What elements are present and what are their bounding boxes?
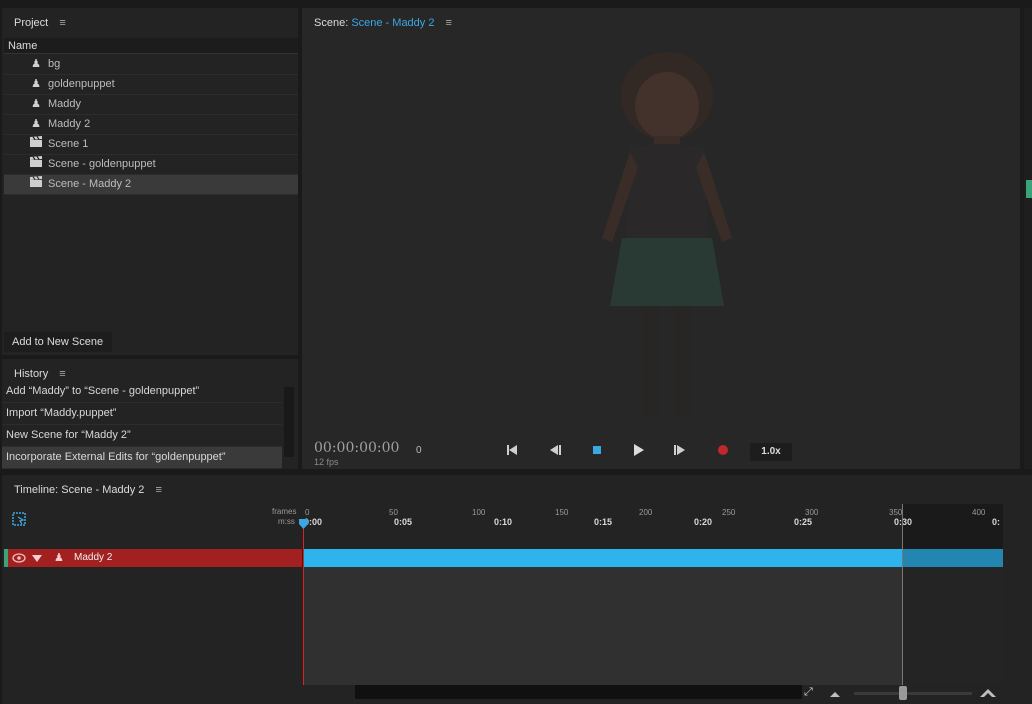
puppet-icon: ♟ — [31, 78, 41, 90]
scene-panel-title: Scene: Scene - Maddy 2 ≡ — [314, 17, 452, 29]
project-item[interactable]: ♟ goldenpuppet — [4, 75, 298, 95]
frame-number[interactable]: 0 — [416, 445, 422, 456]
fps-display: 12 fps — [314, 457, 339, 467]
playback-speed[interactable]: 1.0x — [750, 443, 792, 461]
playhead-handle[interactable] — [299, 519, 308, 532]
project-panel-title: Project ≡ — [14, 17, 66, 29]
playhead-line[interactable] — [303, 519, 304, 685]
zoom-slider-thumb[interactable] — [899, 686, 907, 700]
eye-icon[interactable] — [12, 552, 26, 567]
track-color-tag — [4, 549, 8, 567]
out-of-range-zone-lower — [902, 567, 1003, 685]
project-list: ♟ bg ♟ goldenpuppet ♟ Maddy ♟ Maddy 2 Sc… — [4, 55, 298, 195]
history-item[interactable]: Add “Maddy” to “Scene - goldenpuppet” — [2, 381, 282, 403]
puppet-icon: ♟ — [31, 98, 41, 110]
step-back-button[interactable] — [545, 444, 565, 460]
frame-tick: 100 — [472, 508, 486, 517]
timeline-panel-title: Timeline: Scene - Maddy 2 ≡ — [14, 484, 162, 496]
track-bar-out-zone — [902, 549, 1003, 567]
time-tick: 0:20 — [694, 517, 713, 527]
track-header[interactable]: ♟ Maddy 2 — [4, 549, 302, 567]
stop-icon — [593, 446, 601, 454]
timecode-display: 00:00:00:00 — [314, 440, 400, 456]
frame-tick: 350 — [889, 508, 903, 517]
history-panel: History ≡ Add “Maddy” to “Scene - golden… — [2, 359, 298, 469]
time-tick: 0:15 — [594, 517, 613, 527]
zoom-slider-track[interactable] — [854, 692, 972, 695]
panel-menu-icon[interactable]: ≡ — [59, 368, 65, 380]
time-tick: 0:10 — [494, 517, 513, 527]
frame-tick: 150 — [555, 508, 569, 517]
time-tick: 0:25 — [794, 517, 813, 527]
step-back-icon — [550, 445, 561, 455]
history-panel-title: History ≡ — [14, 368, 66, 380]
frames-label: frames — [272, 507, 297, 516]
scene-end-marker[interactable] — [902, 504, 903, 685]
step-forward-button[interactable] — [670, 444, 690, 460]
project-panel: Project ≡ Name ♟ bg ♟ goldenpuppet ♟ Mad… — [2, 8, 298, 355]
project-item[interactable]: ♟ Maddy 2 — [4, 115, 298, 135]
add-to-new-scene-button[interactable]: Add to New Scene — [4, 332, 112, 352]
project-title-text: Project — [14, 17, 49, 29]
frame-tick: 250 — [722, 508, 736, 517]
timeline-panel: Timeline: Scene - Maddy 2 ≡ frames m:ss … — [2, 475, 1032, 704]
history-item[interactable]: Import “Maddy.puppet” — [2, 403, 282, 425]
expand-triangle-icon[interactable] — [32, 554, 42, 566]
side-indicator — [1026, 180, 1032, 198]
skip-back-icon — [507, 445, 517, 455]
puppet-icon: ♟ — [31, 118, 41, 130]
track-bar[interactable] — [303, 549, 1003, 567]
play-icon — [634, 444, 644, 456]
stop-button[interactable] — [587, 444, 607, 460]
fit-timeline-button[interactable] — [12, 512, 26, 526]
frame-tick: 200 — [639, 508, 653, 517]
fit-selection-icon — [12, 512, 26, 526]
panel-menu-icon[interactable]: ≡ — [59, 17, 65, 29]
track-label: Maddy 2 — [74, 552, 113, 563]
timeline-horizontal-scrollbar[interactable] — [355, 685, 802, 699]
frame-tick: 300 — [805, 508, 819, 517]
frame-tick: 400 — [972, 508, 986, 517]
time-label: m:ss — [278, 517, 295, 526]
scene-icon — [28, 175, 44, 194]
time-tick: 0: — [992, 517, 1001, 527]
project-item[interactable]: Scene - goldenpuppet — [4, 155, 298, 175]
zoom-in-icon[interactable] — [980, 688, 996, 700]
puppet-character-preview[interactable] — [582, 48, 752, 428]
history-list: Add “Maddy” to “Scene - goldenpuppet” Im… — [2, 381, 282, 469]
play-button[interactable] — [629, 444, 649, 460]
go-to-start-button[interactable] — [502, 444, 522, 460]
frame-tick: 50 — [389, 508, 398, 517]
panel-menu-icon[interactable]: ≡ — [446, 17, 452, 29]
step-forward-icon — [674, 445, 685, 455]
name-column-header[interactable]: Name — [4, 38, 298, 54]
record-button[interactable] — [713, 444, 733, 460]
timeline-ruler[interactable]: 0 50 100 150 200 250 300 350 400 0:00 0:… — [302, 504, 1022, 534]
zoom-out-icon[interactable] — [830, 688, 840, 700]
track-area[interactable] — [303, 567, 1003, 685]
project-item[interactable]: Scene 1 — [4, 135, 298, 155]
scene-icon — [28, 155, 44, 174]
expand-icon[interactable]: ⤢ — [804, 686, 813, 699]
scene-icon — [28, 135, 44, 154]
panel-menu-icon[interactable]: ≡ — [156, 484, 162, 496]
puppet-icon: ♟ — [54, 552, 64, 564]
history-item[interactable]: New Scene for “Maddy 2” — [2, 425, 282, 447]
time-tick: 0:05 — [394, 517, 413, 527]
scene-panel: Scene: Scene - Maddy 2 ≡ 00:00:00:00 12 … — [302, 8, 1020, 469]
project-item[interactable]: ♟ bg — [4, 55, 298, 75]
project-item-selected[interactable]: Scene - Maddy 2 — [4, 175, 298, 195]
history-scrollbar[interactable] — [284, 387, 294, 457]
scene-name: Scene - Maddy 2 — [351, 17, 435, 29]
record-icon — [718, 445, 728, 455]
history-item-selected[interactable]: Incorporate External Edits for “goldenpu… — [2, 447, 282, 469]
project-item[interactable]: ♟ Maddy — [4, 95, 298, 115]
puppet-icon: ♟ — [31, 58, 41, 70]
time-tick: 0:30 — [894, 517, 913, 527]
frame-tick: 0 — [305, 508, 310, 517]
side-panel-edge — [1024, 8, 1032, 469]
